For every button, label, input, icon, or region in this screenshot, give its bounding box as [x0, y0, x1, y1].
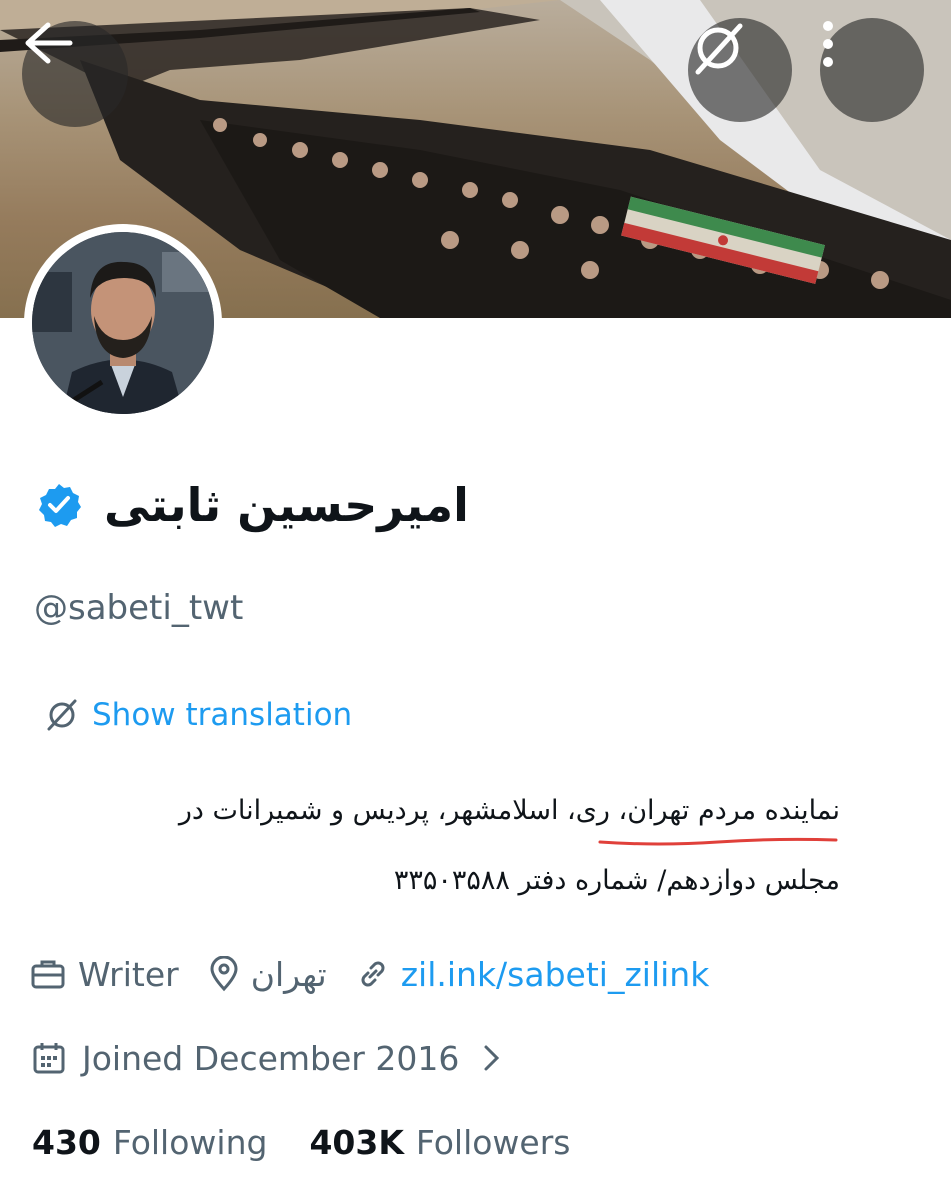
- following-label[interactable]: Following: [113, 1123, 268, 1162]
- followers-count[interactable]: 403K: [309, 1123, 403, 1162]
- user-handle: @sabeti_twt: [34, 588, 244, 628]
- follow-stats: 430 Following 403K Followers: [32, 1114, 612, 1170]
- briefcase-icon: [31, 960, 65, 989]
- translate-icon: [47, 699, 77, 731]
- joined-label: Joined December 2016: [82, 1038, 460, 1078]
- translate-icon: [695, 23, 743, 75]
- joined-date-row[interactable]: Joined December 2016: [32, 1030, 503, 1086]
- translate-button[interactable]: [688, 18, 792, 122]
- show-translation-link[interactable]: Show translation: [44, 697, 352, 733]
- following-count[interactable]: 430: [32, 1123, 101, 1162]
- verified-badge-icon: [39, 484, 81, 527]
- display-name: امیرحسین ثابتی: [104, 478, 469, 532]
- show-translation-label: Show translation: [92, 697, 353, 733]
- followers-label[interactable]: Followers: [416, 1123, 571, 1162]
- more-vertical-icon: [823, 21, 833, 67]
- profession: Writer: [30, 955, 179, 994]
- calendar-icon: [33, 1043, 65, 1074]
- red-underline-annotation: [598, 837, 838, 846]
- profile-avatar[interactable]: [24, 224, 222, 422]
- location: تهران: [209, 955, 327, 994]
- website[interactable]: zil.ink/sabeti_zilink: [357, 955, 710, 994]
- bio-line-2: مجلس دوازدهم/ شماره دفتر ۳۳۵۰۳۵۸۸: [393, 865, 840, 896]
- back-button[interactable]: [22, 21, 128, 127]
- arrow-left-icon: [25, 22, 73, 64]
- profession-label: Writer: [78, 954, 179, 994]
- display-name-row: امیرحسین ثابتی: [36, 470, 469, 540]
- profile-meta: Writer تهران zil.ink/sabeti_zilink: [30, 946, 739, 1002]
- link-icon: [361, 961, 385, 987]
- avatar-photo: [32, 232, 214, 414]
- location-label: تهران: [250, 954, 327, 994]
- more-options-button[interactable]: [820, 18, 924, 122]
- location-pin-icon: [210, 956, 238, 992]
- chevron-right-icon: [484, 1045, 500, 1071]
- website-link[interactable]: zil.ink/sabeti_zilink: [401, 955, 710, 994]
